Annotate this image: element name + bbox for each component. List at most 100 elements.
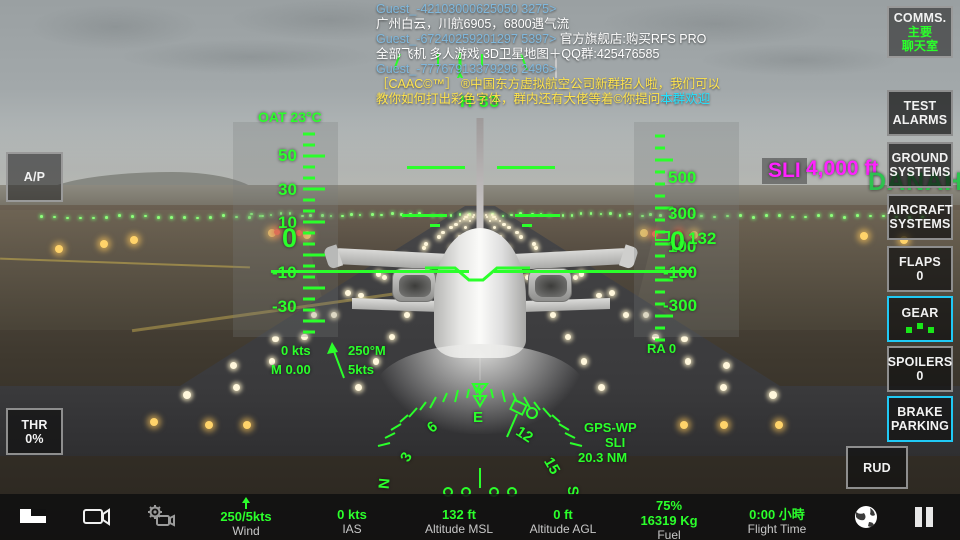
chat-line-7: 教你如何打出彩色字体，群内还有大佬等着©你提问本群欢迎 — [376, 92, 906, 107]
chat-username: Guest_-42103000625050 3275> — [376, 2, 556, 16]
gear-button[interactable]: GEAR — [887, 296, 953, 342]
runway-light — [341, 215, 344, 218]
runway-light — [676, 230, 682, 236]
runway-light — [690, 231, 698, 239]
runway-light — [311, 312, 317, 318]
runway-light — [609, 290, 615, 296]
runway-light — [418, 293, 423, 298]
aircraft-systems-button[interactable]: AIRCRAFT SYSTEMS — [887, 194, 953, 240]
runway-light — [261, 215, 264, 218]
runway-light — [92, 217, 95, 220]
runway-light — [441, 260, 446, 265]
runway-light — [679, 215, 682, 218]
pause-icon[interactable] — [912, 506, 936, 533]
runway-light — [296, 230, 302, 236]
altitude-msl-value: 132 ft — [404, 507, 514, 522]
runway-light — [280, 212, 283, 215]
runway-light — [79, 217, 82, 220]
runway-light — [196, 217, 199, 220]
chat-text: ［CAAC©™］ ®中国东方虚拟航空公司新群招人啦，我们可以 — [376, 77, 720, 91]
runway-light — [671, 214, 674, 217]
spoilers-value: 0 — [916, 369, 923, 383]
runway-light — [66, 217, 69, 220]
runway-light — [552, 260, 557, 265]
runway-light — [791, 216, 794, 219]
flight-time-label: Flight Time — [722, 522, 832, 537]
runway-light — [183, 391, 191, 399]
runway-light — [495, 218, 498, 221]
runway-light — [830, 214, 833, 217]
runway-light — [534, 246, 538, 250]
runway-light — [466, 216, 468, 218]
runway-light — [441, 231, 445, 235]
settings-camera-icon[interactable] — [144, 504, 178, 533]
flight-simulator-screen: OAT 23°C H 83 50 30 10 0 -10 -30 500 300… — [0, 0, 960, 540]
runway-light — [537, 293, 542, 298]
runway-light — [382, 275, 387, 280]
runway-light — [882, 215, 885, 218]
runway-light — [550, 312, 556, 318]
runway-light — [532, 242, 536, 246]
runway-light — [301, 334, 307, 340]
runway-light — [752, 216, 755, 219]
runway-light — [510, 214, 513, 217]
autopilot-label: A/P — [24, 170, 45, 184]
runway-light — [150, 418, 158, 426]
altitude-agl-label: Altitude AGL — [508, 522, 618, 537]
comms-label: COMMS. — [894, 11, 947, 25]
globe-map-icon[interactable] — [850, 503, 882, 536]
hud-toggle-icon[interactable] — [18, 505, 48, 532]
chat-username: Guest_-77767913379296 2496> — [376, 62, 556, 76]
runway-light — [486, 216, 488, 218]
runway-light — [373, 358, 380, 365]
rudder-button[interactable]: RUD — [846, 446, 908, 489]
chat-text: 教你如何打出彩色字体，群内还有大佬等着©你提问 — [376, 92, 660, 106]
runway-light — [330, 215, 333, 218]
runway-light — [562, 214, 565, 217]
runway-light — [652, 334, 658, 340]
runway-light — [230, 362, 237, 369]
test-alarms-button[interactable]: TEST ALARMS — [887, 90, 953, 136]
flight-time-value: 0:00 小時 — [722, 507, 832, 522]
runway-light — [649, 213, 652, 216]
spoilers-button[interactable]: SPOILERS 0 — [887, 346, 953, 392]
wind-label: Wind — [196, 524, 296, 539]
runway-light — [580, 212, 583, 215]
chat-text-highlight: 本群欢迎 — [660, 92, 710, 106]
camera-icon[interactable] — [82, 505, 112, 532]
runway-light — [450, 246, 454, 250]
ground-systems-button[interactable]: GROUND SYSTEMS — [887, 142, 953, 188]
comms-button[interactable]: COMMS. 主要 聊天室 — [887, 6, 953, 58]
runway-light — [380, 214, 383, 217]
runway-light — [525, 275, 530, 280]
runway-light — [130, 236, 138, 244]
runway-light — [243, 421, 251, 429]
runway-light — [235, 216, 238, 219]
chat-username: Guest_-67240259201297 5397> — [376, 32, 556, 46]
throttle-button[interactable]: THR 0% — [6, 408, 63, 455]
runway-light — [459, 220, 462, 223]
runway-light — [40, 215, 43, 218]
runway-light — [506, 246, 510, 250]
runway-light — [430, 275, 435, 280]
autopilot-button[interactable]: A/P — [6, 152, 63, 202]
wind-value: 250/5kts — [196, 509, 296, 524]
runway-light — [540, 213, 543, 216]
runway-light — [843, 216, 846, 219]
runway-light — [269, 358, 276, 365]
runway-light — [250, 213, 253, 216]
throttle-label: THR — [21, 418, 47, 432]
runway-light — [590, 212, 593, 215]
runway-light — [170, 216, 173, 219]
comms-sub-main: 主要 — [908, 25, 932, 39]
runway-light — [418, 212, 421, 215]
runway-light — [479, 214, 482, 217]
runway-light — [205, 421, 213, 429]
altitude-msl-readout: 132 ft Altitude MSL — [404, 507, 514, 537]
ground-systems-label: GROUND — [892, 151, 949, 165]
brake-parking-button[interactable]: BRAKE PARKING — [887, 396, 953, 442]
runway-light — [499, 235, 503, 239]
test-alarms-sub: ALARMS — [893, 113, 948, 127]
flaps-button[interactable]: FLAPS 0 — [887, 246, 953, 292]
runway-light — [274, 229, 280, 235]
